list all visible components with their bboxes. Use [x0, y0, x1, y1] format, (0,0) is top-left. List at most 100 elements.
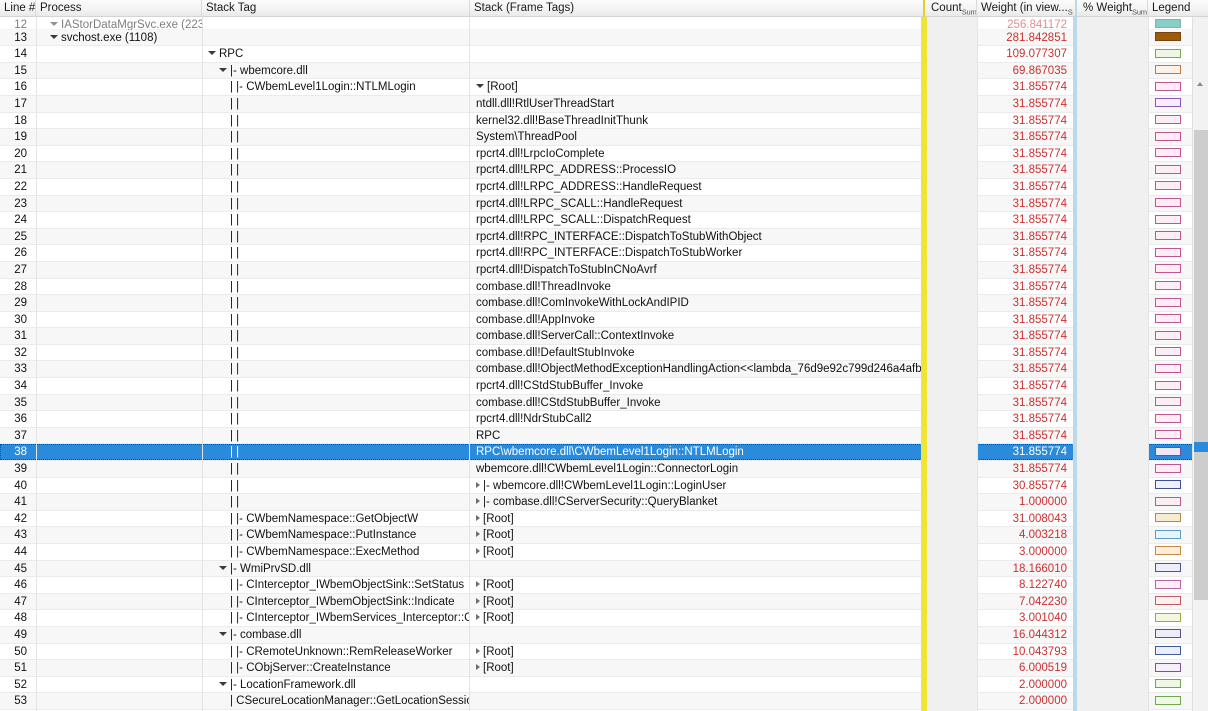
column-header-pctweight-agg: Sum — [1132, 7, 1147, 16]
table-row[interactable]: 49|- combase.dll1616.0443120.03 — [0, 627, 1208, 644]
table-body[interactable]: 12IAStorDataMgrSvc.exe (2232)256256.8411… — [0, 17, 1208, 711]
cell-process — [36, 96, 202, 113]
table-row[interactable]: 22| |rpcrt4.dll!LRPC_ADDRESS::HandleRequ… — [0, 179, 1208, 196]
cell-pct-weight: 0.17 — [1079, 46, 1148, 63]
table-row[interactable]: 15|- wbemcore.dll7069.8670350.11 — [0, 63, 1208, 80]
column-header-weight-label: Weight (in view... — [981, 2, 1068, 14]
cell-line-number: 36 — [0, 411, 36, 428]
table-row[interactable]: 21| |rpcrt4.dll!LRPC_ADDRESS::ProcessIO3… — [0, 162, 1208, 179]
vertical-scrollbar[interactable] — [1192, 17, 1208, 711]
table-row[interactable]: 50| |- CRemoteUnknown::RemReleaseWorker[… — [0, 644, 1208, 661]
expand-collapse-down-icon[interactable] — [219, 632, 227, 636]
table-row[interactable]: 32| |combase.dll!DefaultStubInvoke3231.8… — [0, 345, 1208, 362]
column-header-stacktag[interactable]: Stack Tag — [202, 0, 470, 17]
cell-weight: 31.855774 — [977, 245, 1073, 262]
table-row[interactable]: 12IAStorDataMgrSvc.exe (2232)256256.8411… — [0, 17, 1208, 30]
expand-collapse-right-icon[interactable] — [476, 664, 480, 670]
cell-process — [36, 411, 202, 428]
table-row[interactable]: 53| CSecureLocationManager::GetLocationS… — [0, 693, 1208, 710]
cell-count: 32 — [927, 146, 977, 163]
table-row[interactable]: 43| |- CWbemNamespace::PutInstance[Root]… — [0, 527, 1208, 544]
table-row[interactable]: 31| |combase.dll!ServerCall::ContextInvo… — [0, 328, 1208, 345]
table-row[interactable]: 45|- WmiPrvSD.dll1818.1660100.03 — [0, 561, 1208, 578]
expand-collapse-right-icon[interactable] — [476, 648, 480, 654]
table-row[interactable]: 42| |- CWbemNamespace::GetObjectW[Root]3… — [0, 511, 1208, 528]
expand-collapse-right-icon[interactable] — [476, 498, 480, 504]
cell-line-number: 49 — [0, 627, 36, 644]
cell-line-number: 18 — [0, 113, 36, 130]
column-header-legend[interactable]: Legend — [1148, 0, 1208, 17]
table-row[interactable]: 24| |rpcrt4.dll!LRPC_SCALL::DispatchRequ… — [0, 212, 1208, 229]
stack-tag-label: | | — [230, 480, 239, 492]
column-header-weight[interactable]: Weight (in view...S — [977, 0, 1077, 17]
expand-collapse-right-icon[interactable] — [476, 598, 480, 604]
expand-collapse-right-icon[interactable] — [476, 614, 480, 620]
table-row[interactable]: 52|- LocationFramework.dll22.0000000.00 — [0, 677, 1208, 694]
column-header-stack[interactable]: Stack (Frame Tags) — [470, 0, 925, 17]
stack-tag-label: | | — [230, 131, 239, 143]
table-row[interactable]: 19| |System\ThreadPool3231.8557740.05 — [0, 129, 1208, 146]
cell-process — [36, 146, 202, 163]
table-row[interactable]: 17| |ntdll.dll!RtlUserThreadStart3231.85… — [0, 96, 1208, 113]
column-header-process[interactable]: Process — [36, 0, 202, 17]
cell-weight: 3.000000 — [977, 544, 1073, 561]
expand-collapse-down-icon[interactable] — [219, 566, 227, 570]
cell-line-number: 43 — [0, 527, 36, 544]
column-header-line[interactable]: Line # — [0, 0, 36, 17]
expand-collapse-right-icon[interactable] — [476, 581, 480, 587]
table-row[interactable]: 13svchost.exe (1108)281281.8428510.44 — [0, 30, 1208, 47]
table-row[interactable]: 35| |combase.dll!CStdStubBuffer_Invoke32… — [0, 395, 1208, 412]
table-row[interactable]: 18| |kernel32.dll!BaseThreadInitThunk323… — [0, 113, 1208, 130]
table-row[interactable]: 14RPC109109.0773070.17 — [0, 46, 1208, 63]
cell-process — [36, 395, 202, 412]
expand-collapse-down-icon[interactable] — [476, 84, 484, 88]
scroll-up-arrow-icon[interactable] — [1193, 76, 1208, 92]
cell-stack-tag: | | — [202, 262, 470, 279]
expand-collapse-down-icon[interactable] — [219, 682, 227, 686]
column-header-pctweight[interactable]: % WeightSum — [1079, 0, 1148, 17]
row-container: 12IAStorDataMgrSvc.exe (2232)256256.8411… — [0, 17, 1208, 711]
expand-collapse-down-icon[interactable] — [50, 35, 58, 39]
table-row[interactable]: 36| |rpcrt4.dll!NdrStubCall23231.8557740… — [0, 411, 1208, 428]
expand-collapse-down-icon[interactable] — [208, 51, 216, 55]
column-header-count[interactable]: CountSum — [927, 0, 977, 17]
expand-collapse-right-icon[interactable] — [476, 482, 480, 488]
scrollbar-thumb[interactable] — [1194, 130, 1208, 600]
cell-process — [36, 511, 202, 528]
expand-collapse-right-icon[interactable] — [476, 531, 480, 537]
cell-count: 32 — [927, 395, 977, 412]
table-row[interactable]: 34| |rpcrt4.dll!CStdStubBuffer_Invoke323… — [0, 378, 1208, 395]
cell-count: 32 — [927, 279, 977, 296]
cell-process — [36, 312, 202, 329]
table-row[interactable]: 30| |combase.dll!AppInvoke3231.8557740.0… — [0, 312, 1208, 329]
table-row[interactable]: 51| |- CObjServer::CreateInstance[Root]6… — [0, 660, 1208, 677]
expand-collapse-right-icon[interactable] — [476, 548, 480, 554]
cell-pct-weight: 0.44 — [1079, 30, 1148, 47]
expand-collapse-right-icon[interactable] — [476, 515, 480, 521]
table-row[interactable]: 41| ||- combase.dll!CServerSecurity::Que… — [0, 494, 1208, 511]
table-row[interactable]: 48| |- CInterceptor_IWbemServices_Interc… — [0, 610, 1208, 627]
table-row[interactable]: 33| |combase.dll!ObjectMethodExceptionHa… — [0, 361, 1208, 378]
cell-stack-tag: |- LocationFramework.dll — [202, 677, 470, 694]
table-row[interactable]: 38| |RPC\wbemcore.dll\CWbemLevel1Login::… — [0, 444, 1208, 461]
table-row[interactable]: 27| |rpcrt4.dll!DispatchToStubInCNoAvrf3… — [0, 262, 1208, 279]
table-row[interactable]: 26| |rpcrt4.dll!RPC_INTERFACE::DispatchT… — [0, 245, 1208, 262]
stack-tag-label: | | — [230, 164, 239, 176]
expand-collapse-down-icon[interactable] — [219, 68, 227, 72]
column-header-count-label: Count — [931, 2, 962, 14]
legend-color-swatch — [1155, 364, 1181, 373]
expand-collapse-down-icon[interactable] — [50, 22, 58, 26]
table-row[interactable]: 47| |- CInterceptor_IWbemObjectSink::Ind… — [0, 594, 1208, 611]
table-row[interactable]: 25| |rpcrt4.dll!RPC_INTERFACE::DispatchT… — [0, 229, 1208, 246]
table-row[interactable]: 44| |- CWbemNamespace::ExecMethod[Root]3… — [0, 544, 1208, 561]
table-row[interactable]: 46| |- CInterceptor_IWbemObjectSink::Set… — [0, 577, 1208, 594]
table-row[interactable]: 28| |combase.dll!ThreadInvoke3231.855774… — [0, 279, 1208, 296]
table-row[interactable]: 20| |rpcrt4.dll!LrpcIoComplete3231.85577… — [0, 146, 1208, 163]
table-row[interactable]: 37| |RPC3231.8557740.05 — [0, 428, 1208, 445]
table-row[interactable]: 29| |combase.dll!ComInvokeWithLockAndIPI… — [0, 295, 1208, 312]
table-row[interactable]: 16| |- CWbemLevel1Login::NTLMLogin[Root]… — [0, 79, 1208, 96]
table-row[interactable]: 40| ||- wbemcore.dll!CWbemLevel1Login::L… — [0, 478, 1208, 495]
table-row[interactable]: 23| |rpcrt4.dll!LRPC_SCALL::HandleReques… — [0, 196, 1208, 213]
cell-pct-weight: 0.05 — [1079, 113, 1148, 130]
table-row[interactable]: 39| |wbemcore.dll!CWbemLevel1Login::Conn… — [0, 461, 1208, 478]
